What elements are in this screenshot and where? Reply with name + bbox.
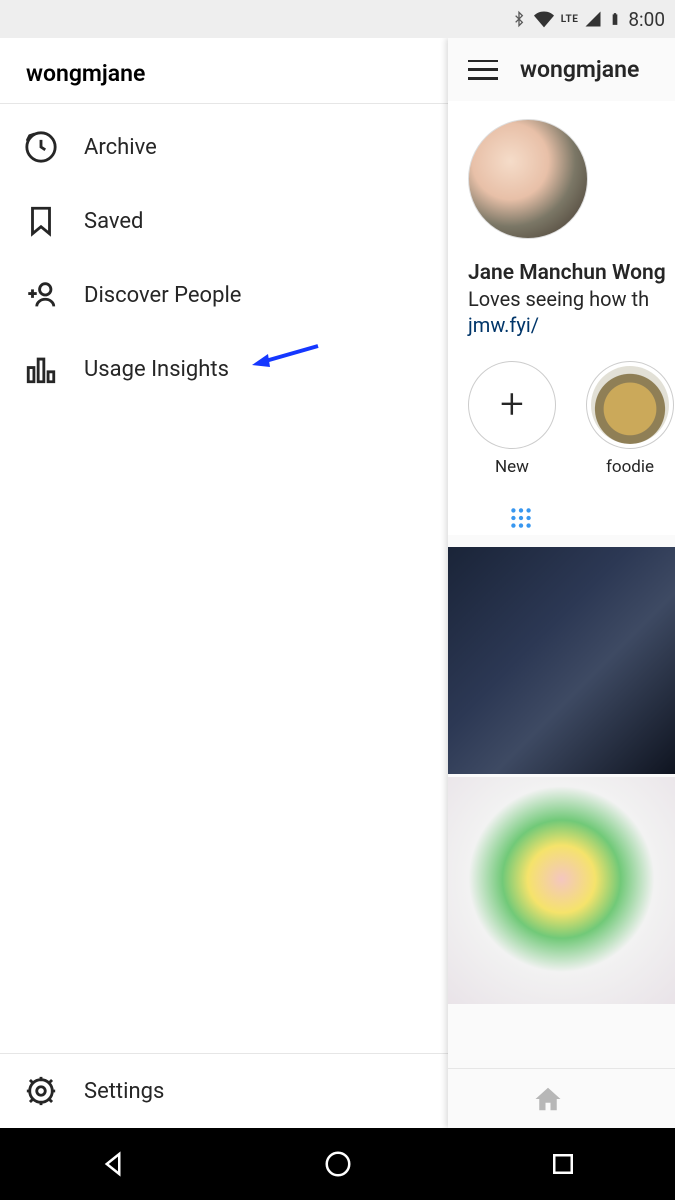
post-thumbnail[interactable] <box>448 777 675 1004</box>
wifi-icon <box>533 9 555 29</box>
highlight-new[interactable]: + New <box>468 361 556 477</box>
network-type-label: LTE <box>561 14 579 25</box>
settings-label: Settings <box>84 1079 164 1104</box>
archive-icon <box>24 130 58 164</box>
annotation-arrow <box>250 342 320 372</box>
menu-item-label: Archive <box>84 135 157 160</box>
bookmark-icon <box>24 204 58 238</box>
bluetooth-icon <box>511 9 527 29</box>
android-nav-bar <box>0 1128 675 1200</box>
post-thumbnail[interactable] <box>448 547 675 774</box>
menu-item-label: Discover People <box>84 283 241 308</box>
menu-item-label: Usage Insights <box>84 357 229 382</box>
bar-chart-icon <box>24 352 58 386</box>
add-highlight-icon: + <box>468 361 556 449</box>
battery-icon <box>608 9 622 29</box>
highlight-thumb-icon <box>586 361 674 449</box>
drawer-menu: Archive Saved Discover People Usage Insi… <box>0 104 448 1053</box>
menu-toggle-button[interactable] <box>468 60 498 80</box>
clock-label: 8:00 <box>628 8 665 31</box>
highlight-label: New <box>495 457 529 477</box>
bottom-nav <box>448 1068 675 1128</box>
status-bar: LTE 8:00 <box>0 0 675 38</box>
back-button[interactable] <box>98 1149 128 1179</box>
menu-item-discover-people[interactable]: Discover People <box>0 258 448 332</box>
side-drawer: wongmjane Archive Saved Discover People <box>0 38 448 1128</box>
highlight-label: foodie <box>606 457 654 477</box>
highlight-foodie[interactable]: foodie <box>586 361 674 477</box>
drawer-username: wongmjane <box>0 38 448 104</box>
profile-panel: wongmjane Jane Manchun Wong Loves seeing… <box>448 38 675 1128</box>
profile-bio: Loves seeing how th <box>468 287 675 311</box>
menu-item-saved[interactable]: Saved <box>0 184 448 258</box>
avatar[interactable] <box>468 119 588 239</box>
profile-display-name: Jane Manchun Wong <box>468 261 675 285</box>
story-highlights: + New foodie <box>468 361 675 477</box>
menu-item-settings[interactable]: Settings <box>0 1053 448 1128</box>
gear-icon <box>24 1074 58 1108</box>
menu-item-label: Saved <box>84 209 143 234</box>
signal-icon <box>584 10 602 28</box>
home-icon[interactable] <box>533 1084 563 1114</box>
profile-username: wongmjane <box>520 56 639 83</box>
profile-body: Jane Manchun Wong Loves seeing how th jm… <box>448 101 675 535</box>
profile-header: wongmjane <box>448 38 675 101</box>
recents-button[interactable] <box>548 1149 578 1179</box>
menu-item-archive[interactable]: Archive <box>0 110 448 184</box>
posts-grid <box>448 547 675 1004</box>
menu-item-usage-insights[interactable]: Usage Insights <box>0 332 448 406</box>
profile-tabs <box>468 505 675 535</box>
home-button[interactable] <box>323 1149 353 1179</box>
tab-grid[interactable] <box>508 505 534 535</box>
profile-link[interactable]: jmw.fyi/ <box>468 313 675 337</box>
add-person-icon <box>24 278 58 312</box>
